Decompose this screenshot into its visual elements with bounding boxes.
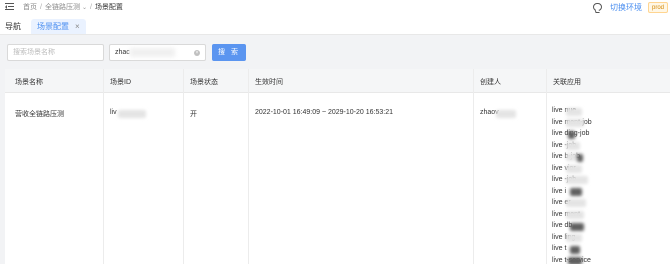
redacted-text xyxy=(570,246,580,254)
redacted-text xyxy=(566,176,588,184)
scene-name-search-input[interactable]: 搜索场景名称 xyxy=(7,44,104,61)
cell-status: 开 xyxy=(190,111,197,118)
breadcrumb: 首页 / 全链路压测 ⌄ / 场景配置 xyxy=(23,4,123,11)
column-header-apps: 关联应用 xyxy=(553,79,581,86)
redacted-text xyxy=(566,199,586,207)
redacted-text xyxy=(566,211,584,219)
table-header: 场景名称 场景ID 场景状态 生效时间 创建人 关联应用 xyxy=(5,69,670,93)
column-header-creator: 创建人 xyxy=(480,79,501,86)
column-divider xyxy=(103,69,104,264)
redacted-text xyxy=(130,48,175,57)
close-icon[interactable]: × xyxy=(75,22,80,31)
redacted-text xyxy=(577,154,583,162)
column-divider xyxy=(473,69,474,264)
tab-scene-config[interactable]: 场景配置 × xyxy=(31,19,86,34)
tab-label: 场景配置 xyxy=(37,22,69,31)
switch-env-link[interactable]: 切换环境 xyxy=(610,2,642,13)
column-header-effective-time: 生效时间 xyxy=(255,79,283,86)
redacted-text xyxy=(570,223,584,231)
redacted-text xyxy=(118,110,146,118)
top-bar: 首页 / 全链路压测 ⌄ / 场景配置 切换环境 prod xyxy=(0,0,670,15)
tab-bar: 导航 场景配置 × xyxy=(0,17,670,35)
clear-icon[interactable]: × xyxy=(194,50,200,56)
breadcrumb-stress-test[interactable]: 全链路压测 xyxy=(45,4,80,11)
cell-effective-time: 2022-10-01 16:49:09 ~ 2029-10-20 16:53:2… xyxy=(255,109,393,116)
redacted-text xyxy=(566,234,582,242)
list-item: live t xyxy=(552,245,567,252)
column-header-status: 场景状态 xyxy=(190,79,218,86)
redacted-text xyxy=(496,110,516,118)
column-divider xyxy=(248,69,249,264)
breadcrumb-current: 场景配置 xyxy=(94,4,123,11)
chevron-down-icon[interactable]: ⌄ xyxy=(82,4,87,11)
column-divider xyxy=(183,69,184,264)
redacted-text xyxy=(566,165,582,173)
column-header-name: 场景名称 xyxy=(15,79,43,86)
column-divider xyxy=(546,69,547,264)
redacted-text xyxy=(566,108,582,116)
redacted-text xyxy=(570,188,582,196)
redacted-text xyxy=(568,131,575,139)
list-item: live i xyxy=(552,187,567,195)
redacted-text xyxy=(568,257,582,264)
search-button[interactable]: 搜 索 xyxy=(212,44,246,61)
cell-scene-id: liv xyxy=(110,109,117,116)
breadcrumb-home[interactable]: 首页 xyxy=(23,4,37,11)
redacted-text xyxy=(566,142,580,150)
env-badge: prod xyxy=(648,2,669,13)
nav-label[interactable]: 导航 xyxy=(5,21,21,32)
chat-icon[interactable] xyxy=(593,3,602,11)
redacted-text xyxy=(566,119,584,127)
column-header-id: 场景ID xyxy=(110,79,131,86)
cell-scene-name: 营收全链路压测 xyxy=(15,111,64,118)
menu-fold-icon[interactable] xyxy=(5,2,14,11)
